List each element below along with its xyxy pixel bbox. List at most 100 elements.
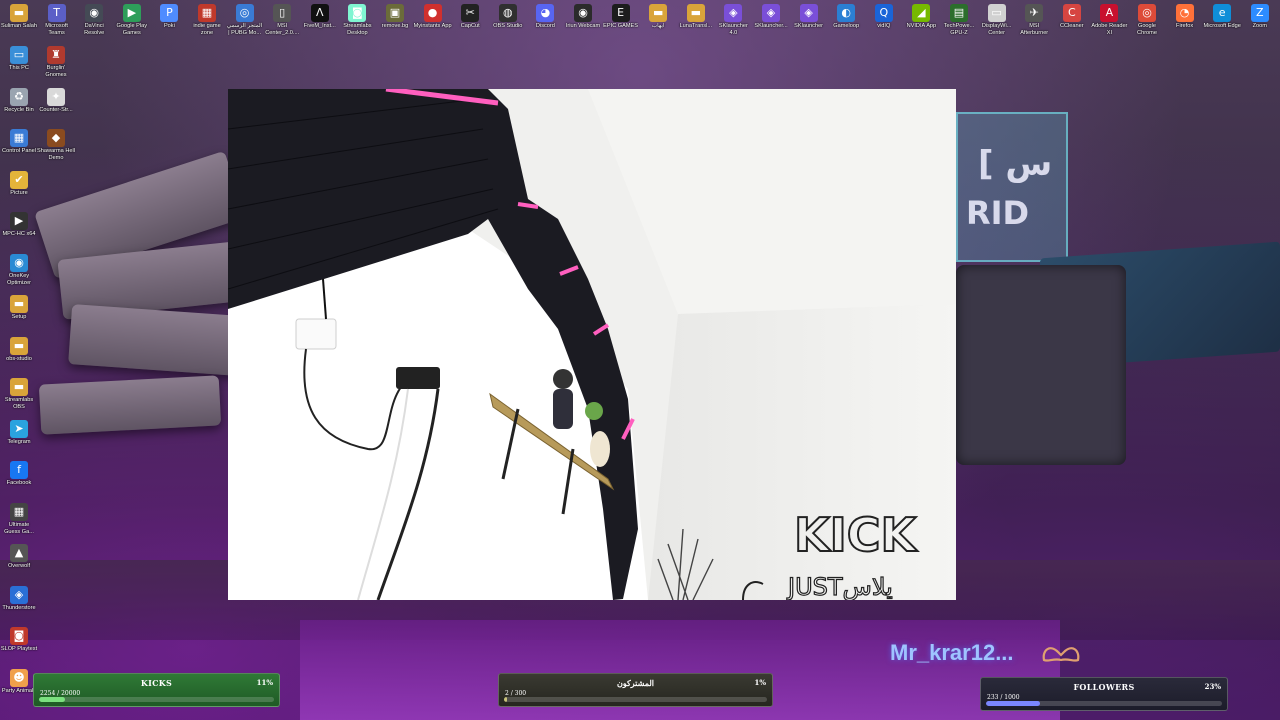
ccleaner-icon: C (1062, 4, 1081, 22)
desktop-shortcut[interactable]: ◐ Gameloop (827, 4, 865, 30)
desktop-shortcut-label: MPC-HC x64 (2, 231, 36, 237)
desktop-shortcut-label: ايهاب (651, 23, 665, 29)
followers-goal-fill (986, 701, 1041, 706)
shelf-figure (553, 369, 573, 389)
nvidia-icon: ◢ (912, 4, 931, 22)
desktop-shortcut[interactable]: P Poki (150, 4, 188, 30)
desktop-shortcut[interactable]: ▬ LunaTransl... (677, 4, 715, 30)
kicks-goal-fill (39, 697, 65, 702)
desktop-shortcut[interactable]: ◉ Iriun Webcam (564, 4, 602, 30)
desktop-shortcut-label: DaVinci Resolve (84, 23, 105, 36)
desktop-shortcut[interactable]: ♜ Burglin' Gnomes (37, 46, 75, 79)
desktop-shortcut-label: remove.bg (381, 23, 409, 29)
subscribers-goal-fill (504, 697, 507, 702)
desktop-shortcut-label: Microsoft Edge (1203, 23, 1241, 29)
followers-goal-title: FOLLOWERS (1073, 682, 1135, 692)
desktop-shortcut[interactable]: ▬ ايهاب (639, 4, 677, 30)
desktop-shortcut[interactable]: ◎ Google Chrome (1128, 4, 1166, 37)
desktop-shortcut[interactable]: ▦ Control Panel (0, 129, 38, 155)
desktop-shortcut-label: EPIC GAMES (603, 23, 638, 29)
desktop-shortcut[interactable]: ◢ NVIDIA App (902, 4, 940, 30)
epic-games-icon: E (611, 4, 630, 22)
desktop-shortcut-label: Suliman Salah (0, 23, 38, 29)
desktop-shortcut[interactable]: QvidIQ (865, 4, 903, 30)
sklauncher-icon: ◈ (724, 4, 743, 22)
desktop-shortcut[interactable]: ◆ Shawarma Hell Demo (37, 129, 75, 162)
shawarma-hell-icon: ◆ (47, 129, 65, 147)
desktop-shortcut[interactable]: T Microsoft Teams (38, 4, 76, 37)
power-adapter (295, 318, 337, 350)
desktop-shortcut[interactable]: ◈ Thunderstore (0, 585, 38, 612)
desktop-shortcut-label: Adobe Reader XI (1091, 23, 1128, 36)
desktop-shortcut[interactable]: ▬ Streamlabs OBS (0, 378, 38, 411)
desktop-shortcut[interactable]: ▯ MSI Center_2.0.... (263, 4, 301, 37)
desktop-shortcut[interactable]: ◉ DaVinci Resolve (75, 4, 113, 37)
picture-icon: ✔ (10, 170, 28, 189)
desktop-shortcut[interactable]: E EPIC GAMES (602, 4, 640, 30)
vidiq-icon: Q (874, 4, 893, 22)
desktop-shortcut[interactable]: ◙ Streamlabs Desktop (338, 4, 376, 37)
desktop-shortcut[interactable]: ✂ CapCut (451, 4, 489, 30)
desktop-shortcut[interactable]: f Facebook (0, 461, 38, 487)
desktop-shortcut[interactable]: ▬ Setup (0, 295, 38, 321)
desktop-shortcut[interactable]: ◕ Discord (526, 4, 564, 30)
desktop-shortcut-label: Picture (10, 189, 28, 196)
desktop-shortcut[interactable]: Z Zoom (1241, 4, 1279, 30)
desktop-shortcut[interactable]: ✈ MSI Afterburner (1015, 4, 1053, 37)
control-panel-icon: ▦ (10, 129, 28, 147)
webcam-feed: KICK JUSTيلاس (228, 89, 956, 600)
desktop-shortcut-label: LunaTransl... (679, 23, 713, 29)
desktop-shortcut[interactable]: e Microsoft Edge (1203, 4, 1241, 30)
desktop-shortcut[interactable]: ♻ Recycle Bin (0, 87, 38, 114)
desktop-shortcut[interactable]: ✦ Counter-Str... (37, 87, 75, 114)
onekey-optimizer-icon: ◉ (10, 253, 28, 272)
desktop-shortcut-label: Setup (11, 314, 27, 320)
followers-goal-bar: FOLLOWERS 23% 233 / 1000 (980, 677, 1228, 711)
desktop-shortcut[interactable]: ◉ OneKey Optimizer (0, 253, 38, 287)
desktop-shortcut[interactable]: ▶ Google Play Games (113, 4, 151, 37)
kick-sign-text: KICK (794, 508, 919, 562)
desktop-shortcut[interactable]: ◎ المتجر الرسمي | PUBG Mo... (226, 4, 264, 37)
chrome-icon: ◎ (1138, 4, 1156, 22)
facebook-icon: f (10, 461, 28, 479)
desktop-shortcut-label: obs-studio (6, 355, 32, 362)
streamer-name: Mr_krar12... (890, 640, 1014, 665)
desktop-shortcut[interactable]: ▭ This PC (0, 46, 38, 72)
desktop-shortcut[interactable]: ▦ Ultimate Guess Ga... (0, 502, 38, 536)
webcam-room-scene: KICK JUSTيلاس (228, 89, 956, 600)
edge-icon: e (1213, 4, 1232, 22)
desktop-shortcut[interactable]: A Adobe Reader XI (1090, 4, 1128, 37)
desktop-shortcut[interactable]: ◍ OBS Studio (489, 4, 527, 30)
desktop-shortcut-label: This PC (9, 65, 29, 71)
followers-goal-count: 233 / 1000 (987, 694, 1020, 701)
desktop-shortcut[interactable]: ✔ Picture (0, 170, 38, 197)
desktop-shortcut[interactable]: ● Myinstants App (414, 4, 452, 30)
desktop-shortcut[interactable]: ▭ DisplayWi... Center (978, 4, 1016, 37)
desktop-shortcut-label: OBS Studio (493, 23, 523, 29)
desktop-shortcut[interactable]: ▲ Overwolf (0, 544, 38, 570)
desktop-shortcut[interactable]: ▣ remove.bg (376, 4, 414, 30)
desktop-shortcut[interactable]: C CCleaner (1053, 4, 1091, 30)
desktop-shortcut[interactable]: ◔ Firefox (1166, 4, 1204, 30)
desktop-shortcut-label: indie game zone (193, 23, 221, 36)
desktop-shortcut[interactable]: Λ FiveM_Inst... (301, 4, 339, 30)
desktop-shortcut[interactable]: ◈ SKlauncher... (752, 4, 790, 30)
desktop-shortcut[interactable]: ▦ indie game zone (188, 4, 226, 37)
folder-icon: ▬ (649, 4, 668, 22)
desktop-shortcut[interactable]: ▤ TechPowe... GPU-Z (940, 4, 978, 37)
desktop-shortcut[interactable]: ◈ SKlauncher (790, 4, 828, 30)
desktop-shortcut[interactable]: ▬ Suliman Salah (0, 4, 38, 30)
capcut-icon: ✂ (461, 4, 480, 22)
desktop-shortcut[interactable]: ➤ Telegram (0, 419, 38, 446)
sklauncher-icon: ◈ (799, 4, 818, 22)
desktop-shortcut-label: Iriun Webcam (565, 23, 601, 29)
folder-icon: ▬ (686, 4, 705, 22)
desktop-shortcut[interactable]: ◙ SLOP Playtest (0, 627, 38, 653)
desktop-shortcut[interactable]: ◈ SKlauncher 4.0 (714, 4, 752, 37)
desktop-shortcut-label: Google Play Games (116, 23, 148, 36)
desktop-shortcut[interactable]: ▶ MPC-HC x64 (0, 212, 38, 238)
desktop-shortcut[interactable]: ▬ obs-studio (0, 336, 38, 363)
gpuz-icon: ▤ (950, 4, 968, 22)
desktop-shortcut-label: Myinstants App (413, 23, 452, 29)
desktop-shortcut-label: Firefox (1176, 23, 1194, 29)
